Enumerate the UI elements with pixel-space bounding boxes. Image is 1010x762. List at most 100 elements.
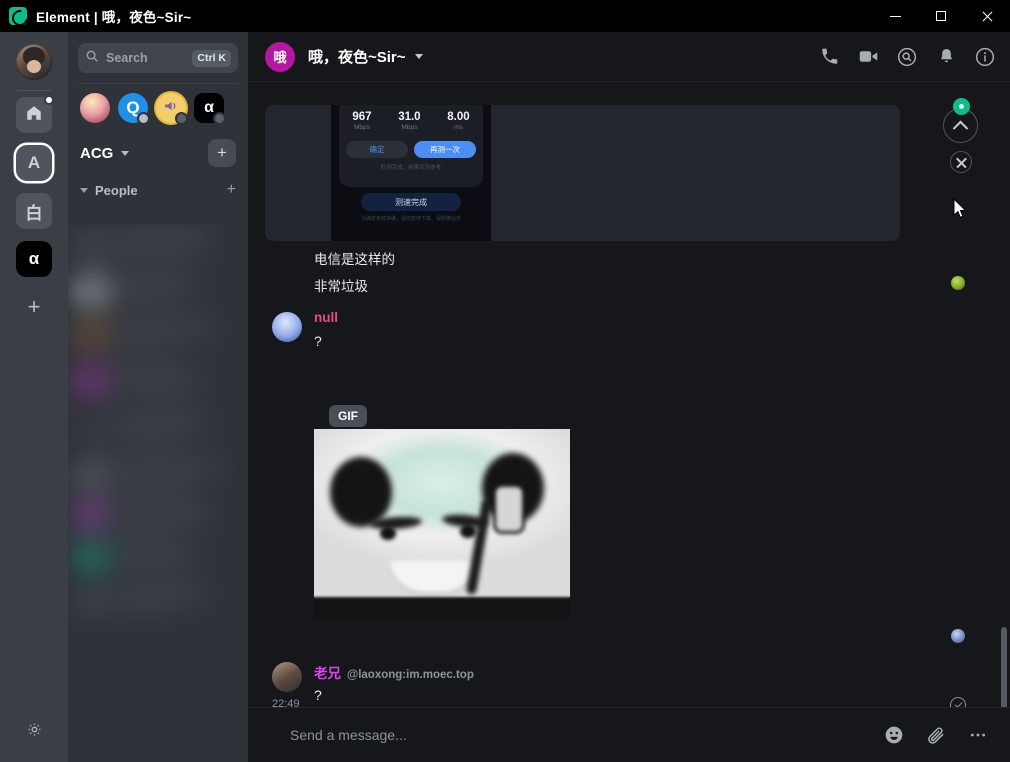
- message-timeline[interactable]: 967 Mbps 31.0 Mbps 8.00 ms 确定 再测一次 检测完成，…: [248, 82, 1010, 707]
- maximize-button[interactable]: [918, 0, 964, 32]
- room-preview-placeholder: [116, 294, 176, 301]
- list-item[interactable]: [76, 538, 240, 578]
- list-item[interactable]: [76, 456, 240, 496]
- gear-icon: [26, 721, 43, 743]
- list-item[interactable]: [76, 228, 240, 268]
- element-logo-icon: [9, 7, 27, 25]
- space-avatar-megaphone[interactable]: [156, 93, 188, 125]
- list-item[interactable]: [76, 582, 240, 622]
- room-view: 哦 哦，夜色~Sir~ 967 Mbps 31.0 Mbps 8.00 ms 确…: [248, 32, 1010, 762]
- read-receipt-avatar[interactable]: [951, 629, 965, 643]
- list-item[interactable]: [76, 316, 240, 356]
- unread-badge-dot: [44, 95, 54, 105]
- space-q-badge: [137, 112, 150, 125]
- upload-value: 31.0: [398, 111, 421, 123]
- avatar: [78, 366, 108, 396]
- message-body: ?: [314, 687, 322, 703]
- room-search-icon[interactable]: [896, 46, 918, 68]
- speedtest-footer-note: 为确定有效准确，请先暂停下载、视频等业务: [360, 216, 461, 222]
- notifications-bell-icon[interactable]: [935, 46, 957, 68]
- minimize-button[interactable]: [872, 0, 918, 32]
- attachment-icon[interactable]: [924, 723, 948, 747]
- message-event-laoxong[interactable]: 22:49 老兄 @laoxong:im.moec.top ?: [248, 662, 1010, 707]
- home-icon: [25, 104, 43, 127]
- search-placeholder: Search: [106, 51, 148, 65]
- list-item[interactable]: [76, 410, 240, 450]
- list-item[interactable]: [76, 496, 240, 536]
- room-preview-placeholder: [116, 384, 204, 391]
- speedtest-stats: 967 Mbps 31.0 Mbps 8.00 ms: [339, 105, 483, 131]
- chevron-down-icon[interactable]: [414, 54, 423, 59]
- room-preview-placeholder: [116, 478, 190, 485]
- space-avatar-alpha[interactable]: α: [194, 93, 226, 125]
- message-composer: Send a message...: [248, 707, 1010, 762]
- avatar: [78, 500, 108, 530]
- message-input[interactable]: Send a message...: [290, 727, 882, 743]
- video-call-icon[interactable]: [857, 46, 879, 68]
- image-event-container[interactable]: 967 Mbps 31.0 Mbps 8.00 ms 确定 再测一次 检测完成，…: [265, 105, 900, 241]
- space-avatar-q[interactable]: Q: [118, 93, 150, 125]
- voice-call-icon[interactable]: [818, 46, 840, 68]
- upload-unit: Mbps: [401, 124, 418, 131]
- avatar: [78, 414, 108, 444]
- privacy-blur-overlay: [68, 224, 248, 684]
- speedtest-retest-button: 再测一次: [414, 141, 476, 158]
- read-receipt-avatar[interactable]: [951, 276, 965, 290]
- speedtest-card: 967 Mbps 31.0 Mbps 8.00 ms 确定 再测一次 检测完成，…: [339, 105, 483, 187]
- room-name-placeholder: [116, 464, 220, 472]
- gif-image[interactable]: [314, 429, 570, 619]
- avatar: [78, 542, 108, 572]
- message-sender[interactable]: null: [314, 310, 338, 325]
- settings-button[interactable]: [20, 718, 48, 746]
- avatar[interactable]: [16, 44, 52, 80]
- room-preview-placeholder: [116, 518, 212, 525]
- space-alpha-avatar-label: α: [204, 99, 214, 116]
- speedtest-image[interactable]: 967 Mbps 31.0 Mbps 8.00 ms 确定 再测一次 检测完成，…: [331, 105, 491, 241]
- more-options-icon[interactable]: [966, 723, 990, 747]
- speedtest-note: 检测完成，结果仅供参考: [380, 165, 442, 171]
- avatar: [78, 276, 108, 306]
- room-preview-placeholder: [116, 604, 174, 611]
- gif-blur-overlay: [314, 429, 570, 619]
- people-section-header[interactable]: People +: [68, 167, 248, 199]
- list-item[interactable]: [76, 362, 240, 402]
- create-space-button[interactable]: +: [16, 289, 52, 325]
- unread-indicator-dot: [953, 98, 970, 115]
- message-event-null[interactable]: null ?: [248, 310, 1010, 360]
- room-list-blurred[interactable]: [68, 224, 248, 684]
- room-info-icon[interactable]: [974, 46, 996, 68]
- avatar[interactable]: [272, 312, 302, 342]
- add-room-button[interactable]: +: [208, 139, 236, 167]
- message-timestamp: 22:49: [272, 698, 300, 707]
- space-header[interactable]: ACG +: [68, 123, 248, 167]
- room-preview-placeholder: [116, 432, 182, 439]
- gif-event[interactable]: GIF: [314, 405, 570, 619]
- room-avatar[interactable]: 哦: [265, 41, 295, 72]
- close-button[interactable]: [964, 0, 1010, 32]
- space-alpha-muted-badge: [213, 112, 226, 125]
- message-sender[interactable]: 老兄 @laoxong:im.moec.top: [314, 662, 474, 682]
- speedtest-stat: 8.00 ms: [447, 111, 469, 131]
- sidebar-item-home[interactable]: [16, 95, 54, 133]
- speedtest-stat: 31.0 Mbps: [398, 111, 420, 131]
- avatar[interactable]: [272, 662, 302, 692]
- room-name-placeholder: [116, 504, 204, 512]
- sidebar-item-space-bai[interactable]: 白: [16, 193, 52, 229]
- sidebar-item-space-a[interactable]: A: [16, 145, 52, 181]
- space-avatar-anime[interactable]: [80, 93, 110, 123]
- room-name-placeholder: [116, 280, 200, 288]
- window-title: Element | 哦，夜色~Sir~: [36, 10, 192, 25]
- element-app-window: Element | 哦，夜色~Sir~ A 白 α + Search Ctrl …: [0, 0, 1010, 762]
- dismiss-unread-button[interactable]: [950, 151, 972, 173]
- message-sender-name: 老兄: [314, 666, 341, 681]
- search-input[interactable]: Search Ctrl K: [78, 43, 238, 73]
- room-header: 哦 哦，夜色~Sir~: [248, 32, 1010, 82]
- window-controls: [872, 0, 1010, 32]
- list-item[interactable]: [76, 272, 240, 312]
- start-chat-button[interactable]: +: [227, 181, 236, 199]
- close-icon: [981, 10, 993, 22]
- sidebar-item-space-alpha[interactable]: α: [16, 241, 52, 277]
- plus-icon: +: [27, 294, 41, 319]
- close-icon: [956, 157, 967, 168]
- emoji-icon[interactable]: [882, 723, 906, 747]
